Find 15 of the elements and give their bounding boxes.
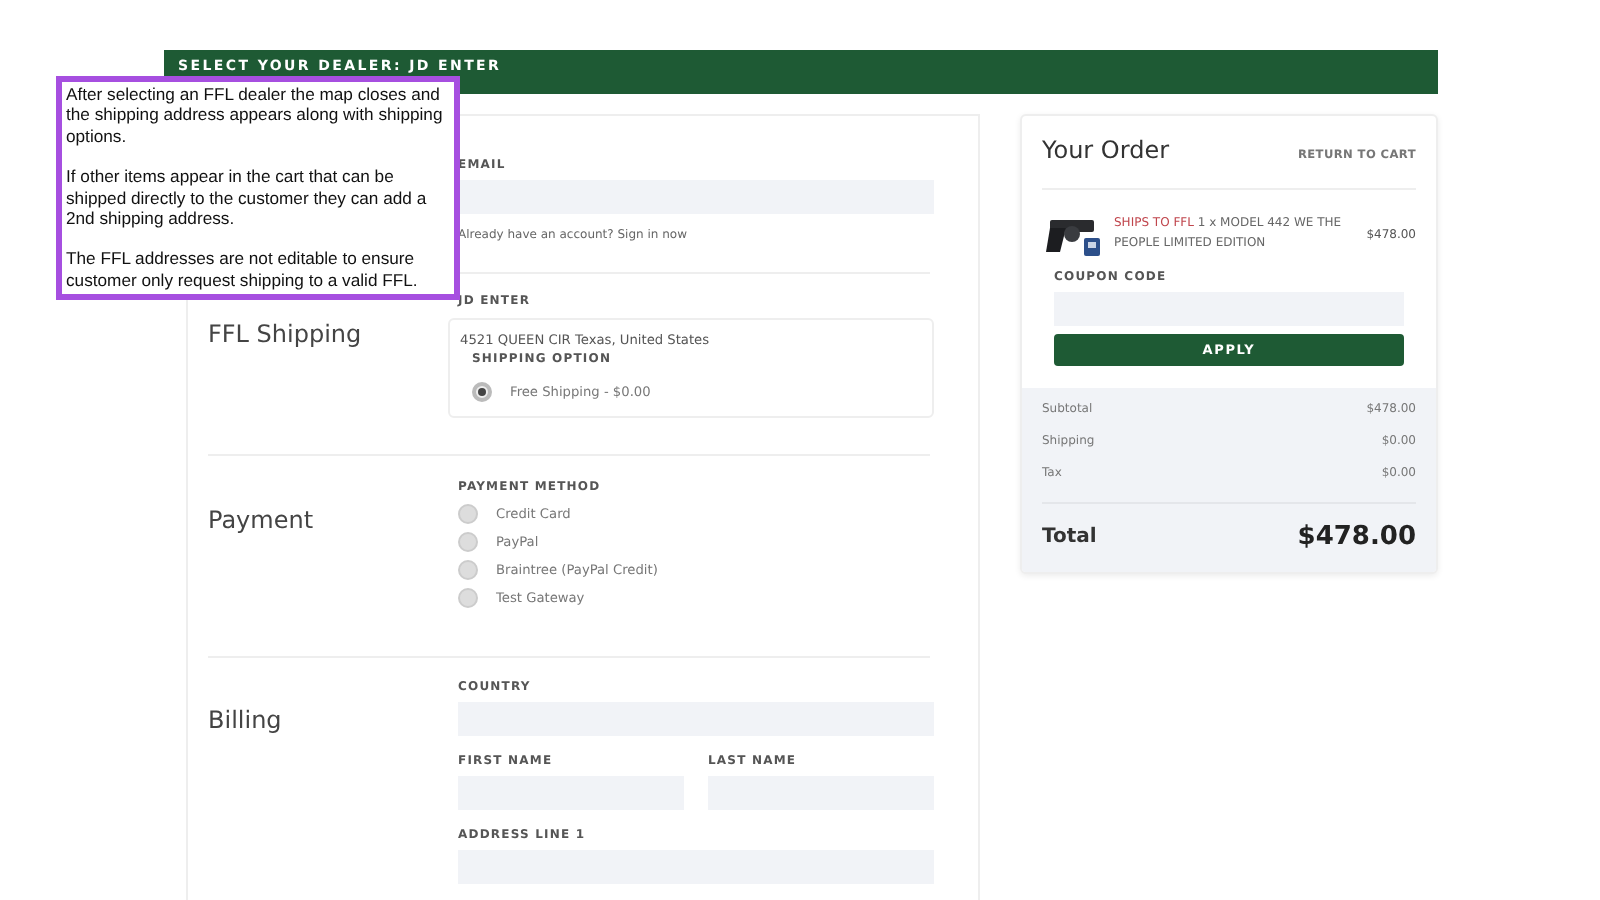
total-label: Total (1042, 526, 1097, 548)
radio-button[interactable] (458, 504, 478, 524)
radio-button[interactable] (458, 588, 478, 608)
section-title: Billing (208, 706, 284, 734)
total-value: $478.00 (1297, 522, 1416, 552)
input-field[interactable] (458, 180, 934, 214)
annotation-text: The FFL addresses are not editable to ensure customer only request shipping to a valid FFL. (66, 248, 420, 291)
section-title: FFL Shipping (208, 320, 364, 348)
order-title: Your Order (1042, 136, 1170, 164)
annotation-text: If other items appear in the cart that can be shipped directly to the customer they can add a 2nd shipping address. (66, 166, 429, 229)
annotation-text: After selecting an FFL dealer the map closes and the shipping address appears along with shipping options. (66, 84, 445, 147)
radio-button[interactable] (458, 532, 478, 552)
radio-button[interactable] (472, 382, 492, 402)
section-title: Payment (208, 506, 316, 534)
radio-button[interactable] (458, 560, 478, 580)
